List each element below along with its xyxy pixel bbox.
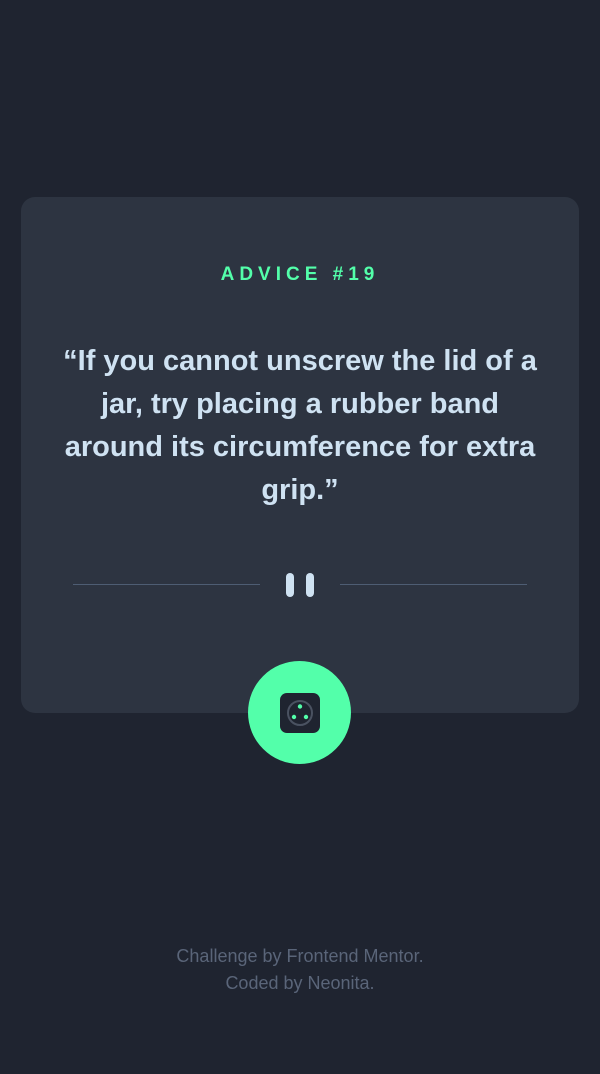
advice-quote: “If you cannot unscrew the lid of a jar,… — [63, 345, 537, 506]
divider-line-left — [73, 584, 260, 585]
new-advice-button[interactable] — [248, 661, 351, 764]
pause-icon — [286, 573, 314, 597]
divider-line-right — [340, 584, 527, 585]
advice-id-label: ADVICE #19 — [220, 264, 380, 285]
attribution-line-2: Coded by Neonita. — [225, 973, 375, 993]
dice-icon — [280, 693, 320, 733]
attribution: Challenge by Frontend Mentor. Coded by N… — [0, 943, 600, 997]
attribution-line-1: Challenge by Frontend Mentor. — [176, 946, 424, 966]
